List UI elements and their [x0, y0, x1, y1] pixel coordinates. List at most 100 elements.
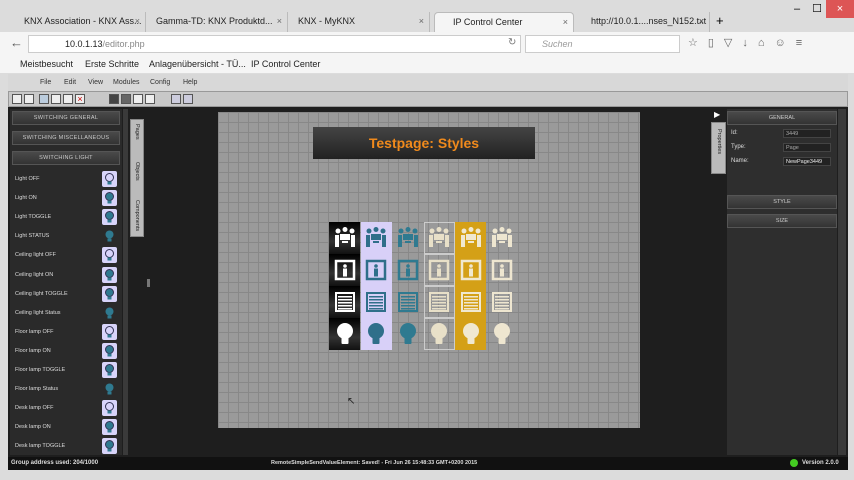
- floor-status-icon[interactable]: [102, 381, 117, 397]
- bulb-off-icon[interactable]: [102, 171, 117, 187]
- bookmark[interactable]: Anlagenübersicht - TÜ...: [149, 59, 246, 69]
- menu-view[interactable]: View: [88, 79, 103, 86]
- section-size[interactable]: SIZE: [727, 214, 837, 228]
- blind-widget[interactable]: [392, 286, 423, 318]
- tab-components[interactable]: Components: [131, 196, 143, 236]
- menu-help[interactable]: Help: [183, 79, 197, 86]
- door-widget[interactable]: [455, 254, 486, 286]
- bulb-toggle-icon[interactable]: [102, 209, 117, 226]
- section-style[interactable]: STYLE: [727, 195, 837, 209]
- bookmark[interactable]: Erste Schritte: [85, 59, 139, 69]
- bookmark[interactable]: Meistbesucht: [20, 59, 73, 69]
- back-icon[interactable]: ←: [10, 35, 23, 50]
- ceiling-off-icon[interactable]: [102, 247, 117, 264]
- align-icon[interactable]: [133, 94, 143, 104]
- blind-widget[interactable]: [455, 286, 486, 318]
- menu-config[interactable]: Config: [150, 79, 170, 86]
- align-icon[interactable]: [145, 94, 155, 104]
- palette-item[interactable]: Light OFF: [15, 176, 39, 182]
- floor-off-icon[interactable]: [102, 323, 117, 340]
- palette-item[interactable]: Floor lamp OFF: [15, 329, 54, 335]
- desk-off-icon[interactable]: [102, 400, 117, 417]
- ceiling-status-icon[interactable]: [102, 305, 117, 321]
- url-bar[interactable]: 10.0.1.13/editor.php: [28, 35, 521, 53]
- menu-edit[interactable]: Edit: [64, 79, 76, 86]
- tab-knx-association[interactable]: KNX Association - KNX Ass... ×: [18, 12, 146, 32]
- door-widget[interactable]: [423, 254, 455, 286]
- reload-icon[interactable]: ↻: [508, 37, 516, 48]
- palette-item[interactable]: Floor lamp ON: [15, 348, 51, 354]
- layout-icon[interactable]: [121, 94, 131, 104]
- palette-item[interactable]: Ceiling light Status: [15, 310, 61, 316]
- palette-item[interactable]: Desk lamp OFF: [15, 405, 54, 411]
- people-widget[interactable]: [360, 222, 392, 254]
- browser-toolbar-icons[interactable]: ☆▯▽↓⌂☺≡: [688, 36, 812, 49]
- type-field[interactable]: Page: [783, 143, 831, 152]
- people-widget[interactable]: [455, 222, 486, 254]
- floor-toggle-icon[interactable]: [102, 362, 117, 378]
- tab-ip-control-center[interactable]: IP Control Center ×: [434, 12, 574, 32]
- splitter-handle[interactable]: [147, 279, 150, 287]
- door-widget[interactable]: [392, 254, 423, 286]
- tab-gamma-td[interactable]: Gamma-TD: KNX Produktd... ×: [150, 12, 288, 32]
- grid-icon[interactable]: [109, 94, 119, 104]
- menu-file[interactable]: File: [40, 79, 51, 86]
- blind-widget[interactable]: [360, 286, 392, 318]
- people-widget[interactable]: [392, 222, 423, 254]
- delete-icon[interactable]: ×: [75, 94, 85, 104]
- tab-myknx[interactable]: KNX - MyKNX ×: [292, 12, 430, 32]
- close-icon[interactable]: ×: [277, 16, 282, 26]
- floor-on-icon[interactable]: [102, 342, 117, 359]
- save-icon[interactable]: [12, 94, 22, 104]
- palette-item[interactable]: Light TOGGLE: [15, 214, 51, 220]
- properties-scrollbar[interactable]: [838, 109, 846, 455]
- palette-item[interactable]: Ceiling light OFF: [15, 252, 56, 258]
- bulb-widget[interactable]: [392, 318, 423, 350]
- palette-item[interactable]: Floor lamp Status: [15, 386, 58, 392]
- bulb-widget[interactable]: [360, 318, 392, 350]
- section-switching-general[interactable]: SWITCHING GENERAL: [12, 111, 120, 125]
- section-switching-light[interactable]: SWITCHING LIGHT: [12, 151, 120, 165]
- close-icon[interactable]: ×: [699, 16, 704, 26]
- palette-item[interactable]: Light STATUS: [15, 233, 49, 239]
- bulb-widget[interactable]: [455, 318, 486, 350]
- new-tab-button[interactable]: +: [716, 13, 724, 28]
- close-icon[interactable]: ×: [135, 16, 140, 26]
- collapse-arrow-icon[interactable]: ▶: [714, 110, 720, 119]
- people-widget[interactable]: [423, 222, 455, 254]
- tab-properties[interactable]: Properties: [711, 122, 726, 174]
- palette-item[interactable]: Floor lamp TOGGLE: [15, 367, 65, 373]
- bulb-status-icon[interactable]: [102, 228, 117, 244]
- bulb-widget[interactable]: [423, 318, 455, 350]
- bulb-widget[interactable]: [487, 318, 518, 350]
- bulb-widget[interactable]: [329, 318, 360, 350]
- cut-icon[interactable]: [39, 94, 49, 104]
- search-input[interactable]: Suchen: [525, 35, 680, 53]
- copy-icon[interactable]: [51, 94, 61, 104]
- blind-widget[interactable]: [329, 286, 360, 318]
- menu-modules[interactable]: Modules: [113, 79, 139, 86]
- blind-widget[interactable]: [487, 286, 518, 318]
- reload-icon[interactable]: [24, 94, 34, 104]
- ceiling-on-icon[interactable]: [102, 266, 117, 283]
- palette-item[interactable]: Ceiling light ON: [15, 272, 53, 278]
- ceiling-toggle-icon[interactable]: [102, 285, 117, 302]
- door-widget[interactable]: [487, 254, 518, 286]
- palette-scrollbar[interactable]: [123, 109, 128, 455]
- close-icon[interactable]: ×: [419, 16, 424, 26]
- people-widget[interactable]: [487, 222, 518, 254]
- page-canvas[interactable]: Testpage: Styles ↖: [218, 112, 640, 428]
- name-field[interactable]: NewPage3449: [783, 157, 831, 166]
- door-widget[interactable]: [360, 254, 392, 286]
- desk-on-icon[interactable]: [102, 419, 117, 436]
- minimize-button[interactable]: –: [786, 0, 808, 18]
- palette-item[interactable]: Light ON: [15, 195, 37, 201]
- people-widget[interactable]: [329, 222, 360, 254]
- tab-pages[interactable]: Pages: [131, 120, 143, 158]
- paste-icon[interactable]: [63, 94, 73, 104]
- section-general[interactable]: GENERAL: [727, 111, 837, 125]
- window-icon[interactable]: [171, 94, 181, 104]
- door-widget[interactable]: [329, 254, 360, 286]
- desk-toggle-icon[interactable]: [102, 438, 117, 455]
- blind-widget[interactable]: [423, 286, 455, 318]
